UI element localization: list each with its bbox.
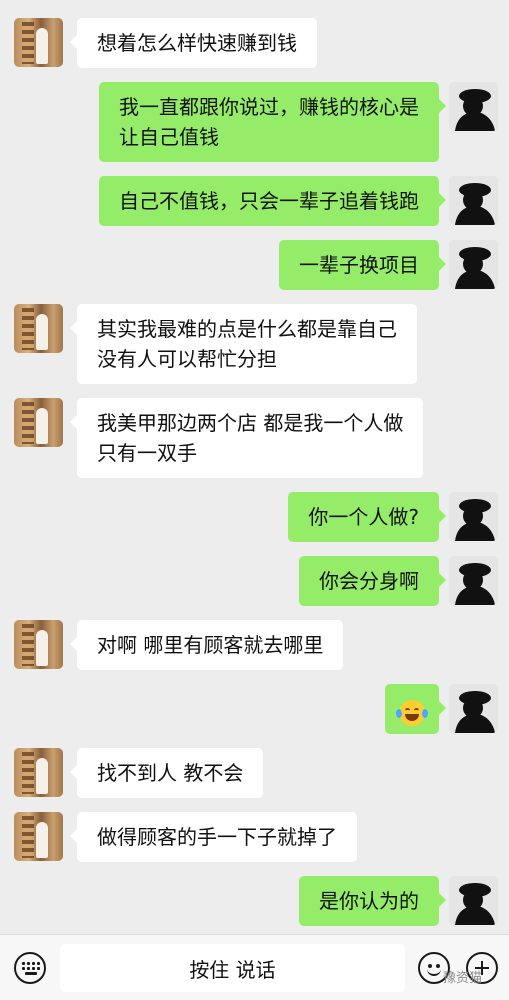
silhouette-avatar-icon [449,492,498,541]
contact-avatar[interactable] [14,748,63,797]
silhouette-avatar-icon [449,876,498,925]
message-row: 想着怎么样快速赚到钱 [0,18,509,68]
hold-to-talk-button[interactable]: 按住 说话 [60,944,405,992]
contact-avatar[interactable] [14,304,63,353]
message-text: 做得顾客的手一下子就掉了 [97,825,337,849]
contact-avatar[interactable] [14,620,63,669]
my-avatar[interactable] [449,82,498,131]
silhouette-avatar-icon [449,82,498,131]
received-message-bubble[interactable]: 其实我最难的点是什么都是靠自己 没有人可以帮忙分担 [70,304,417,384]
message-text: 自己不值钱，只会一辈子追着钱跑 [119,189,419,213]
contact-avatar[interactable] [14,18,63,67]
message-row: 你会分身啊 [0,556,509,606]
received-message-bubble[interactable]: 我美甲那边两个店 都是我一个人做 只有一双手 [69,398,424,478]
contact-avatar[interactable] [14,812,63,861]
my-avatar[interactable] [449,876,498,925]
message-text: 找不到人 教不会 [97,761,244,785]
message-row: 自己不值钱，只会一辈子追着钱跑 [0,176,509,226]
received-message-bubble[interactable]: 对啊 哪里有顾客就去哪里 [69,620,344,670]
received-message-bubble[interactable]: 做得顾客的手一下子就掉了 [70,812,357,862]
message-row: 我一直都跟你说过，赚钱的核心是 让自己值钱 [0,82,509,162]
silhouette-avatar-icon [449,240,498,289]
sent-message-bubble[interactable]: 是你认为的 [299,876,446,926]
sent-message-bubble[interactable]: 你一个人做? [288,492,446,542]
message-row: 其实我最难的点是什么都是靠自己 没有人可以帮忙分担 [0,304,509,384]
my-avatar[interactable] [449,240,498,289]
chat-area[interactable]: 想着怎么样快速赚到钱 我一直都跟你说过，赚钱的核心是 让自己值钱 自己不值钱，只… [0,0,509,934]
my-avatar[interactable] [449,492,498,541]
message-text: 让自己值钱 [119,125,219,149]
message-row: 我美甲那边两个店 都是我一个人做 只有一双手 [0,398,509,478]
message-text: 其实我最难的点是什么都是靠自己 [97,317,397,341]
my-avatar[interactable] [449,176,498,225]
keyboard-icon[interactable] [14,952,46,984]
message-row: 是你认为的 [0,876,509,926]
silhouette-avatar-icon [449,176,498,225]
message-row: 做得顾客的手一下子就掉了 [0,812,509,862]
sent-message-bubble[interactable]: 一辈子换项目 [279,240,446,290]
message-text: 没有人可以帮忙分担 [97,347,277,371]
tears-of-joy-emoji-icon [396,699,428,726]
message-text: 你会分身啊 [319,569,419,593]
message-row: 找不到人 教不会 [0,748,509,798]
message-row: 你一个人做? [0,492,509,542]
message-text: 你一个人做? [308,505,419,529]
sent-message-bubble[interactable] [385,684,446,734]
message-text: 只有一双手 [97,441,197,465]
message-text: 想着怎么样快速赚到钱 [97,31,297,55]
received-message-bubble[interactable]: 找不到人 教不会 [69,748,264,798]
message-row: 对啊 哪里有顾客就去哪里 [0,620,509,670]
contact-avatar[interactable] [14,398,63,447]
message-text: 我美甲那边两个店 都是我一个人做 [97,411,404,435]
message-row [0,684,509,734]
my-avatar[interactable] [449,684,498,733]
my-avatar[interactable] [449,556,498,605]
received-message-bubble[interactable]: 想着怎么样快速赚到钱 [70,18,317,68]
silhouette-avatar-icon [449,556,498,605]
message-text: 一辈子换项目 [299,253,419,277]
message-row: 一辈子换项目 [0,240,509,290]
watermark: 豫资猫 [443,971,483,986]
message-text: 对啊 哪里有顾客就去哪里 [97,633,324,657]
message-text: 是你认为的 [319,889,419,913]
silhouette-avatar-icon [449,684,498,733]
sent-message-bubble[interactable]: 自己不值钱，只会一辈子追着钱跑 [99,176,446,226]
chat-input-bar: 按住 说话 [0,934,509,1000]
message-text: 我一直都跟你说过，赚钱的核心是 [119,95,419,119]
sent-message-bubble[interactable]: 我一直都跟你说过，赚钱的核心是 让自己值钱 [99,82,446,162]
sent-message-bubble[interactable]: 你会分身啊 [299,556,446,606]
